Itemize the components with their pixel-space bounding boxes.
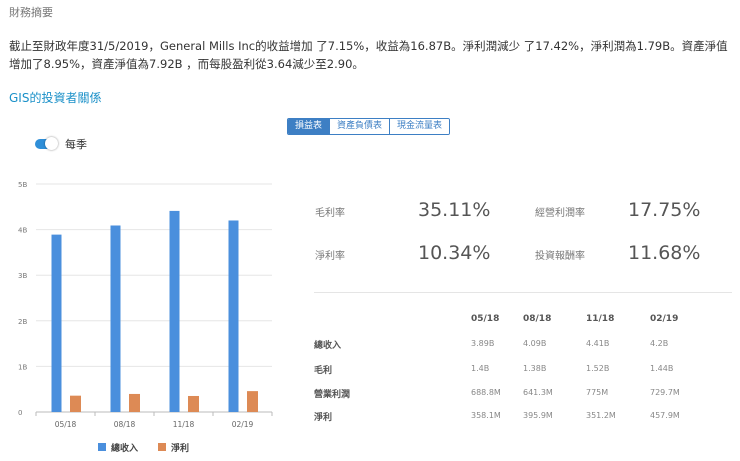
column-header: 05/18 [471,314,500,324]
statement-tabs: 損益表 資產負債表 現金流量表 [287,118,451,135]
toggle-knob [45,137,58,150]
y-tick-label: 1B [18,363,27,371]
table-cell: 1.38B [523,364,547,373]
row-label-total-revenue: 總收入 [314,341,342,351]
x-tick-label: 05/18 [55,420,77,429]
net-margin-label: 淨利率 [315,251,345,262]
legend-swatch [98,443,106,451]
table-cell: 1.44B [650,364,674,373]
x-tick-label: 02/19 [232,420,254,429]
bar [51,234,62,412]
legend-swatch [158,443,166,451]
y-tick-label: 3B [18,272,27,280]
tab-balance-sheet[interactable]: 資產負債表 [329,119,390,134]
table-divider [314,292,732,293]
table-cell: 641.3M [523,388,553,397]
quarterly-toggle-label: 每季 [65,138,87,151]
revenue-income-chart: 0 1B 2B 3B 4B 5B 05/18 08/18 11/18 02/19 總收入 淨利 [18,181,273,454]
gross-margin-label: 毛利率 [315,208,345,219]
table-cell: 358.1M [471,411,501,420]
roi-label: 投資報酬率 [535,251,585,262]
x-tick-label: 11/18 [173,420,195,429]
table-cell: 4.2B [650,339,669,348]
section-header: 財務摘要 [9,6,53,19]
row-label-net-income: 淨利 [314,413,333,423]
quarterly-toggle-group: 每季 [35,136,87,152]
operating-margin-label: 經營利潤率 [535,208,585,219]
tab-cash-flow[interactable]: 現金流量表 [389,119,450,134]
bar [129,393,140,412]
table-cell: 4.41B [586,339,610,348]
table-cell: 1.4B [471,364,490,373]
investor-relations-title: GIS的投資者關係 [9,91,102,105]
bar [70,395,81,412]
x-tick-label: 08/18 [114,420,136,429]
table-cell: 775M [586,388,609,397]
y-tick-label: 0 [18,409,22,417]
table-cell: 688.8M [471,388,501,397]
net-margin-value: 10.34% [418,242,491,264]
financial-summary-text: 截止至財政年度31/5/2019，General Mills Inc的收益增加 … [9,39,728,71]
y-tick-label: 4B [18,227,27,235]
bar [188,395,199,412]
bar [247,391,258,412]
column-header: 02/19 [650,314,679,324]
table-cell: 1.52B [586,364,610,373]
table-cell: 3.89B [471,339,495,348]
gross-margin-value: 35.11% [418,199,491,221]
legend-label: 總收入 [111,442,138,454]
bar [110,225,121,412]
bar [169,210,180,412]
row-label-gross-profit: 毛利 [314,366,333,376]
y-tick-label: 5B [18,181,27,189]
ratio-panel: 毛利率 35.11% 經營利潤率 17.75% 淨利率 10.34% 投資報酬率… [310,195,730,275]
table-cell: 395.9M [523,411,553,420]
quarterly-toggle[interactable] [35,137,58,150]
table-cell: 4.09B [523,339,547,348]
tab-income-statement[interactable]: 損益表 [288,119,330,134]
table-cell: 729.7M [650,388,680,397]
column-header: 08/18 [523,314,552,324]
y-tick-label: 2B [18,318,27,326]
legend-label: 淨利 [170,442,189,454]
operating-margin-value: 17.75% [628,199,701,221]
column-header: 11/18 [586,314,615,324]
roi-value: 11.68% [628,242,701,264]
table-cell: 457.9M [650,411,680,420]
table-cell: 351.2M [586,411,616,420]
row-label-operating-income: 營業利潤 [314,390,351,400]
bar [228,220,239,412]
